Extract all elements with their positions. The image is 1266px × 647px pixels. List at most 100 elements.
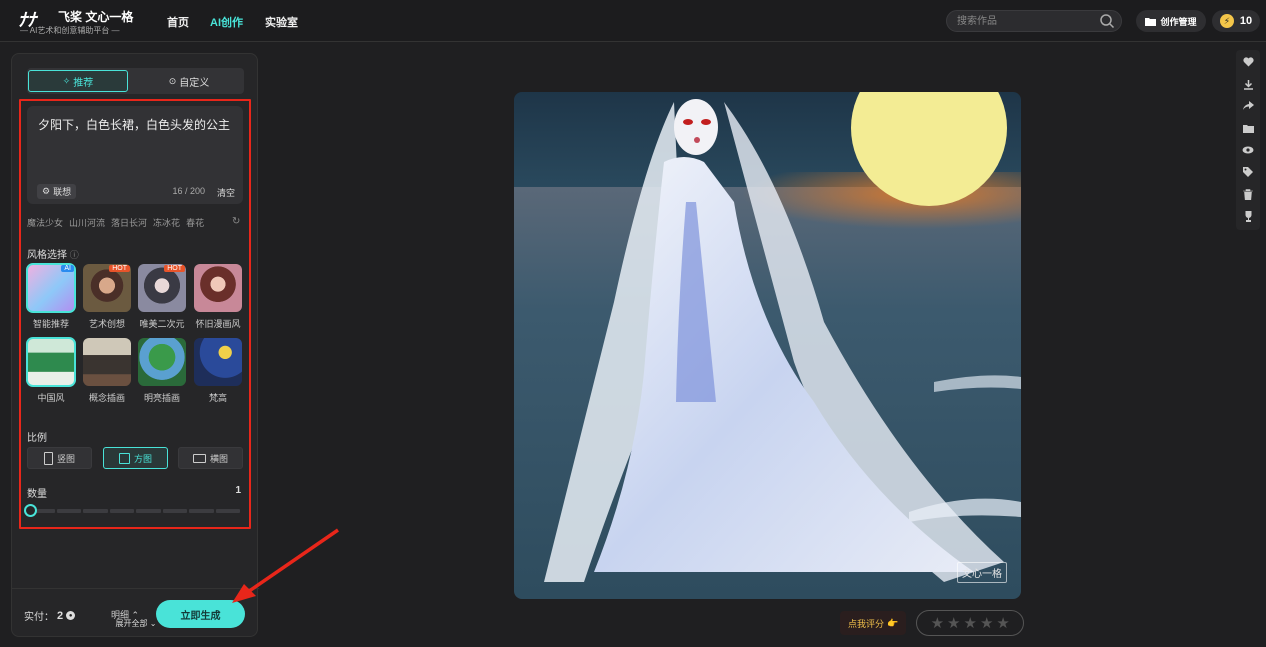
style-title-text: 风格选择: [27, 250, 67, 261]
quantity-value: 1: [235, 485, 241, 496]
generate-bar: 实付： 2 ● 明细 ⌃ 立即生成: [12, 588, 259, 638]
ratio-options: 竖图 方图 横图: [27, 447, 244, 469]
folder-icon[interactable]: [1240, 120, 1256, 136]
style-thumb: [194, 264, 242, 312]
settings-circle-icon: ⊙: [168, 75, 177, 86]
tab-custom-label: 自定义: [179, 77, 210, 89]
trophy-icon[interactable]: [1240, 208, 1256, 224]
style-name: 唯美二次元: [139, 319, 185, 329]
folder-icon: [1145, 17, 1157, 26]
sparkle-icon: ✧: [62, 75, 71, 86]
search-input[interactable]: [957, 14, 1097, 29]
credits-badge[interactable]: ⚡ 10: [1212, 10, 1260, 32]
info-icon[interactable]: ⓘ: [70, 250, 79, 260]
style-thumb: [138, 338, 186, 386]
credits-count: 10: [1239, 15, 1253, 27]
prompt-textarea[interactable]: 夕阳下，白色长裙，白色头发的公主 ⚙ 联想 16 / 200 清空: [27, 106, 243, 204]
style-art[interactable]: HOT 艺术创想: [83, 264, 131, 330]
ratio-landscape[interactable]: 横图: [178, 447, 243, 469]
tab-custom[interactable]: ⊙ 自定义: [139, 70, 239, 92]
nav-home[interactable]: 首页: [167, 14, 189, 30]
associate-button[interactable]: ⚙ 联想: [37, 184, 77, 199]
slider-segment: [215, 509, 240, 513]
coin-icon: ●: [66, 611, 76, 620]
mode-tabs: ✧ 推荐 ⊙ 自定义: [27, 68, 244, 94]
download-icon[interactable]: [1240, 76, 1256, 92]
details-toggle[interactable]: 明细 ⌃: [111, 608, 139, 621]
nav-lab[interactable]: 实验室: [265, 14, 298, 30]
rate-me-label[interactable]: 点我评分 👉: [840, 611, 907, 635]
ratio-portrait-label: 竖图: [56, 453, 75, 464]
char-counter: 16 / 200: [172, 186, 205, 196]
ratio-square[interactable]: 方图: [103, 447, 168, 469]
style-name: 怀旧漫画风: [195, 319, 241, 329]
slider-segment: [136, 509, 161, 513]
heart-icon[interactable]: [1240, 54, 1256, 70]
search-icon[interactable]: [1099, 13, 1115, 29]
lightning-icon: ⚡: [1219, 14, 1234, 28]
star-icon[interactable]: ★: [996, 614, 1009, 632]
star-icon[interactable]: ★: [980, 614, 993, 632]
image-toolbar: [1236, 50, 1260, 230]
style-retro-comic[interactable]: 怀旧漫画风: [194, 264, 242, 330]
logo-subtitle: — AI艺术和创意辅助平台 —: [20, 26, 120, 35]
style-thumb: [194, 338, 242, 386]
slider-segment: [83, 509, 108, 513]
tag-icon[interactable]: [1240, 164, 1256, 180]
slider-segment: [189, 509, 214, 513]
slider-segment: [162, 509, 187, 513]
suggestion-item[interactable]: 山川河流: [69, 216, 105, 229]
style-chinese[interactable]: 中国风: [26, 337, 76, 404]
star-icon[interactable]: ★: [947, 614, 960, 632]
trash-icon[interactable]: [1240, 186, 1256, 202]
ratio-portrait[interactable]: 竖图: [27, 447, 92, 469]
style-smart[interactable]: AI 智能推荐: [26, 263, 76, 330]
tab-recommend[interactable]: ✧ 推荐: [28, 70, 128, 92]
square-icon: [118, 452, 130, 464]
tab-recommend-label: 推荐: [73, 77, 94, 89]
eye-icon[interactable]: [1240, 142, 1256, 158]
suggestion-item[interactable]: 春花: [186, 216, 204, 229]
ai-badge: AI: [61, 265, 74, 272]
portrait-icon: [43, 451, 53, 465]
style-anime[interactable]: HOT 唯美二次元: [138, 264, 186, 330]
quantity-slider-track[interactable]: [30, 509, 240, 513]
ratio-square-label: 方图: [133, 453, 152, 464]
artwork-image: [514, 92, 1021, 599]
style-concept[interactable]: 概念插画: [83, 338, 131, 404]
pointing-hand-icon: 👉: [887, 617, 899, 628]
style-thumb: [83, 338, 131, 386]
hot-badge: HOT: [109, 265, 130, 272]
style-van-gogh[interactable]: 梵高: [194, 338, 242, 404]
style-bright[interactable]: 明亮插画: [138, 338, 186, 404]
clear-button[interactable]: 清空: [217, 186, 235, 199]
suggestion-item[interactable]: 冻冰花: [153, 216, 180, 229]
ratio-section-title: 比例: [27, 433, 47, 444]
logo[interactable]: ﾅﾅ 飞桨 文心一格 — AI艺术和创意辅助平台 —: [18, 6, 133, 36]
nav-ai-create[interactable]: AI创作: [210, 14, 243, 30]
star-icon[interactable]: ★: [931, 614, 944, 632]
generate-button[interactable]: 立即生成: [156, 600, 245, 628]
rating-bar: 点我评分 👉 ★ ★ ★ ★ ★: [840, 610, 1025, 636]
suggestion-item[interactable]: 落日长河: [111, 216, 147, 229]
search-box: [946, 10, 1122, 32]
share-icon[interactable]: [1240, 98, 1256, 114]
star-rating[interactable]: ★ ★ ★ ★ ★: [916, 610, 1025, 636]
quantity-slider-handle[interactable]: [24, 504, 37, 517]
suggestion-item[interactable]: 魔法少女: [27, 216, 63, 229]
associate-label: 联想: [53, 187, 72, 197]
top-bar: ﾅﾅ 飞桨 文心一格 — AI艺术和创意辅助平台 — 首页 AI创作 实验室 创…: [0, 0, 1266, 42]
refresh-icon[interactable]: ↻: [232, 216, 240, 227]
style-name: 智能推荐: [32, 319, 69, 329]
cost-display: 实付： 2 ●: [24, 608, 76, 623]
style-thumb: [26, 337, 76, 387]
creation-manage-button[interactable]: 创作管理: [1136, 10, 1206, 32]
style-name: 中国风: [37, 393, 65, 403]
cost-value: 2: [57, 609, 64, 622]
landscape-icon: [192, 453, 206, 463]
suggestion-list: 魔法少女 山川河流 落日长河 冻冰花 春花: [27, 216, 243, 229]
style-thumb: AI: [26, 263, 76, 313]
generated-image[interactable]: 文心一格: [514, 92, 1021, 599]
star-icon[interactable]: ★: [964, 614, 977, 632]
prompt-text[interactable]: 夕阳下，白色长裙，白色头发的公主: [38, 116, 230, 133]
